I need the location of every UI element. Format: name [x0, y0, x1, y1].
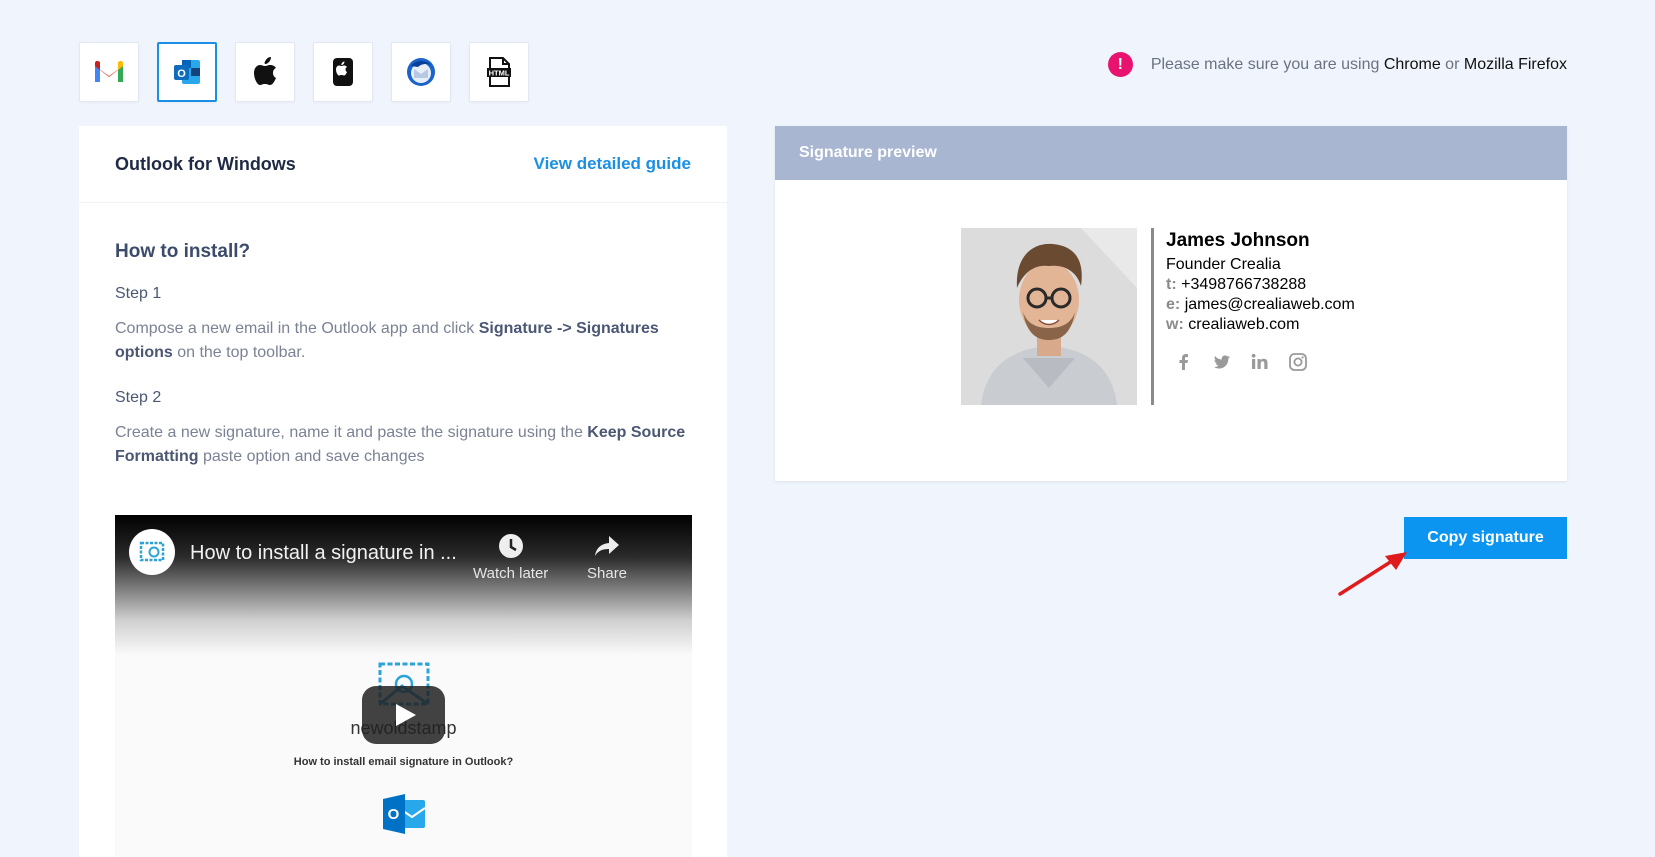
html-file-icon: HTML — [487, 57, 511, 87]
copy-signature-button[interactable]: Copy signature — [1404, 517, 1567, 559]
guide-body: How to install? Step 1 Compose a new ema… — [79, 203, 727, 469]
signature-preview-panel: Signature preview James Johnson Founder … — [775, 126, 1567, 481]
share-label: Share — [587, 565, 628, 582]
channel-avatar[interactable] — [129, 529, 175, 575]
clock-icon — [498, 534, 523, 558]
browser-chrome: Chrome — [1383, 55, 1441, 73]
linkedin-icon[interactable] — [1250, 352, 1270, 372]
email-signature: James Johnson Founder Crealia t: +349876… — [961, 228, 1355, 405]
profile-photo — [961, 228, 1137, 405]
browser-note-prefix: Please make sure you are using — [1150, 55, 1384, 73]
outlook-logo-icon: O — [383, 794, 426, 834]
signature-email: e: james@crealiaweb.com — [1166, 296, 1355, 313]
client-tab-html[interactable]: HTML — [469, 42, 529, 102]
how-to-install-heading: How to install? — [115, 241, 251, 262]
client-tab-iphone[interactable] — [313, 42, 373, 102]
client-tab-thunderbird[interactable] — [391, 42, 451, 102]
guide-title: Outlook for Windows — [115, 153, 296, 174]
client-tab-apple-mail[interactable] — [235, 42, 295, 102]
signature-name: James Johnson — [1166, 230, 1310, 251]
client-tab-gmail[interactable] — [79, 42, 139, 102]
video-title[interactable]: How to install a signature in ... — [190, 542, 457, 565]
instagram-icon[interactable] — [1288, 352, 1308, 372]
red-arrow-annotation-icon — [1338, 552, 1407, 596]
signature-details: James Johnson Founder Crealia t: +349876… — [1166, 228, 1355, 405]
outlook-icon: O — [174, 60, 200, 84]
thunderbird-icon — [407, 58, 435, 86]
view-detailed-guide-link[interactable]: View detailed guide — [534, 154, 691, 174]
youtube-video-embed[interactable]: How to install a signature in ... Watch … — [115, 515, 692, 857]
video-caption: How to install email signature in Outloo… — [293, 756, 514, 768]
facebook-icon[interactable] — [1174, 352, 1194, 372]
signature-website: w: crealiaweb.com — [1166, 316, 1300, 333]
guide-header: Outlook for Windows View detailed guide — [79, 126, 727, 203]
step1-title: Step 1 — [115, 285, 162, 302]
svg-text:O: O — [388, 806, 400, 823]
iphone-icon — [333, 58, 353, 86]
play-icon — [395, 704, 416, 726]
watch-later-button[interactable]: Watch later — [473, 531, 548, 582]
social-links — [1174, 352, 1355, 372]
apple-mail-icon — [254, 57, 276, 85]
browser-compatibility-note: ! Please make sure you are using Chrome … — [1107, 52, 1567, 77]
warning-icon: ! — [1107, 52, 1133, 77]
share-button[interactable]: Share — [587, 531, 627, 582]
signature-role: Founder Crealia — [1166, 256, 1281, 273]
play-button[interactable] — [362, 686, 445, 744]
browser-firefox: Mozilla Firefox — [1463, 55, 1567, 73]
signature-phone: t: +3498766738288 — [1166, 276, 1307, 293]
watch-later-label: Watch later — [473, 565, 549, 582]
share-icon — [595, 536, 620, 556]
person-photo-image — [961, 228, 1137, 405]
signature-preview-header: Signature preview — [775, 126, 1567, 180]
gmail-icon — [95, 60, 123, 82]
svg-text:O: O — [177, 68, 186, 80]
browser-note-or: or — [1440, 55, 1464, 73]
step1-text: Compose a new email in the Outlook app a… — [115, 320, 659, 361]
step2-text: Create a new signature, name it and past… — [115, 424, 686, 465]
install-guide-panel: Outlook for Windows View detailed guide … — [79, 126, 727, 857]
signature-divider — [1151, 228, 1154, 405]
svg-text:HTML: HTML — [489, 69, 510, 78]
step2-title: Step 2 — [115, 389, 162, 406]
client-tab-outlook[interactable]: O — [157, 42, 217, 102]
email-client-tabs: O HTML — [79, 42, 529, 102]
twitter-icon[interactable] — [1212, 352, 1232, 372]
stamp-logo-icon — [139, 541, 165, 562]
